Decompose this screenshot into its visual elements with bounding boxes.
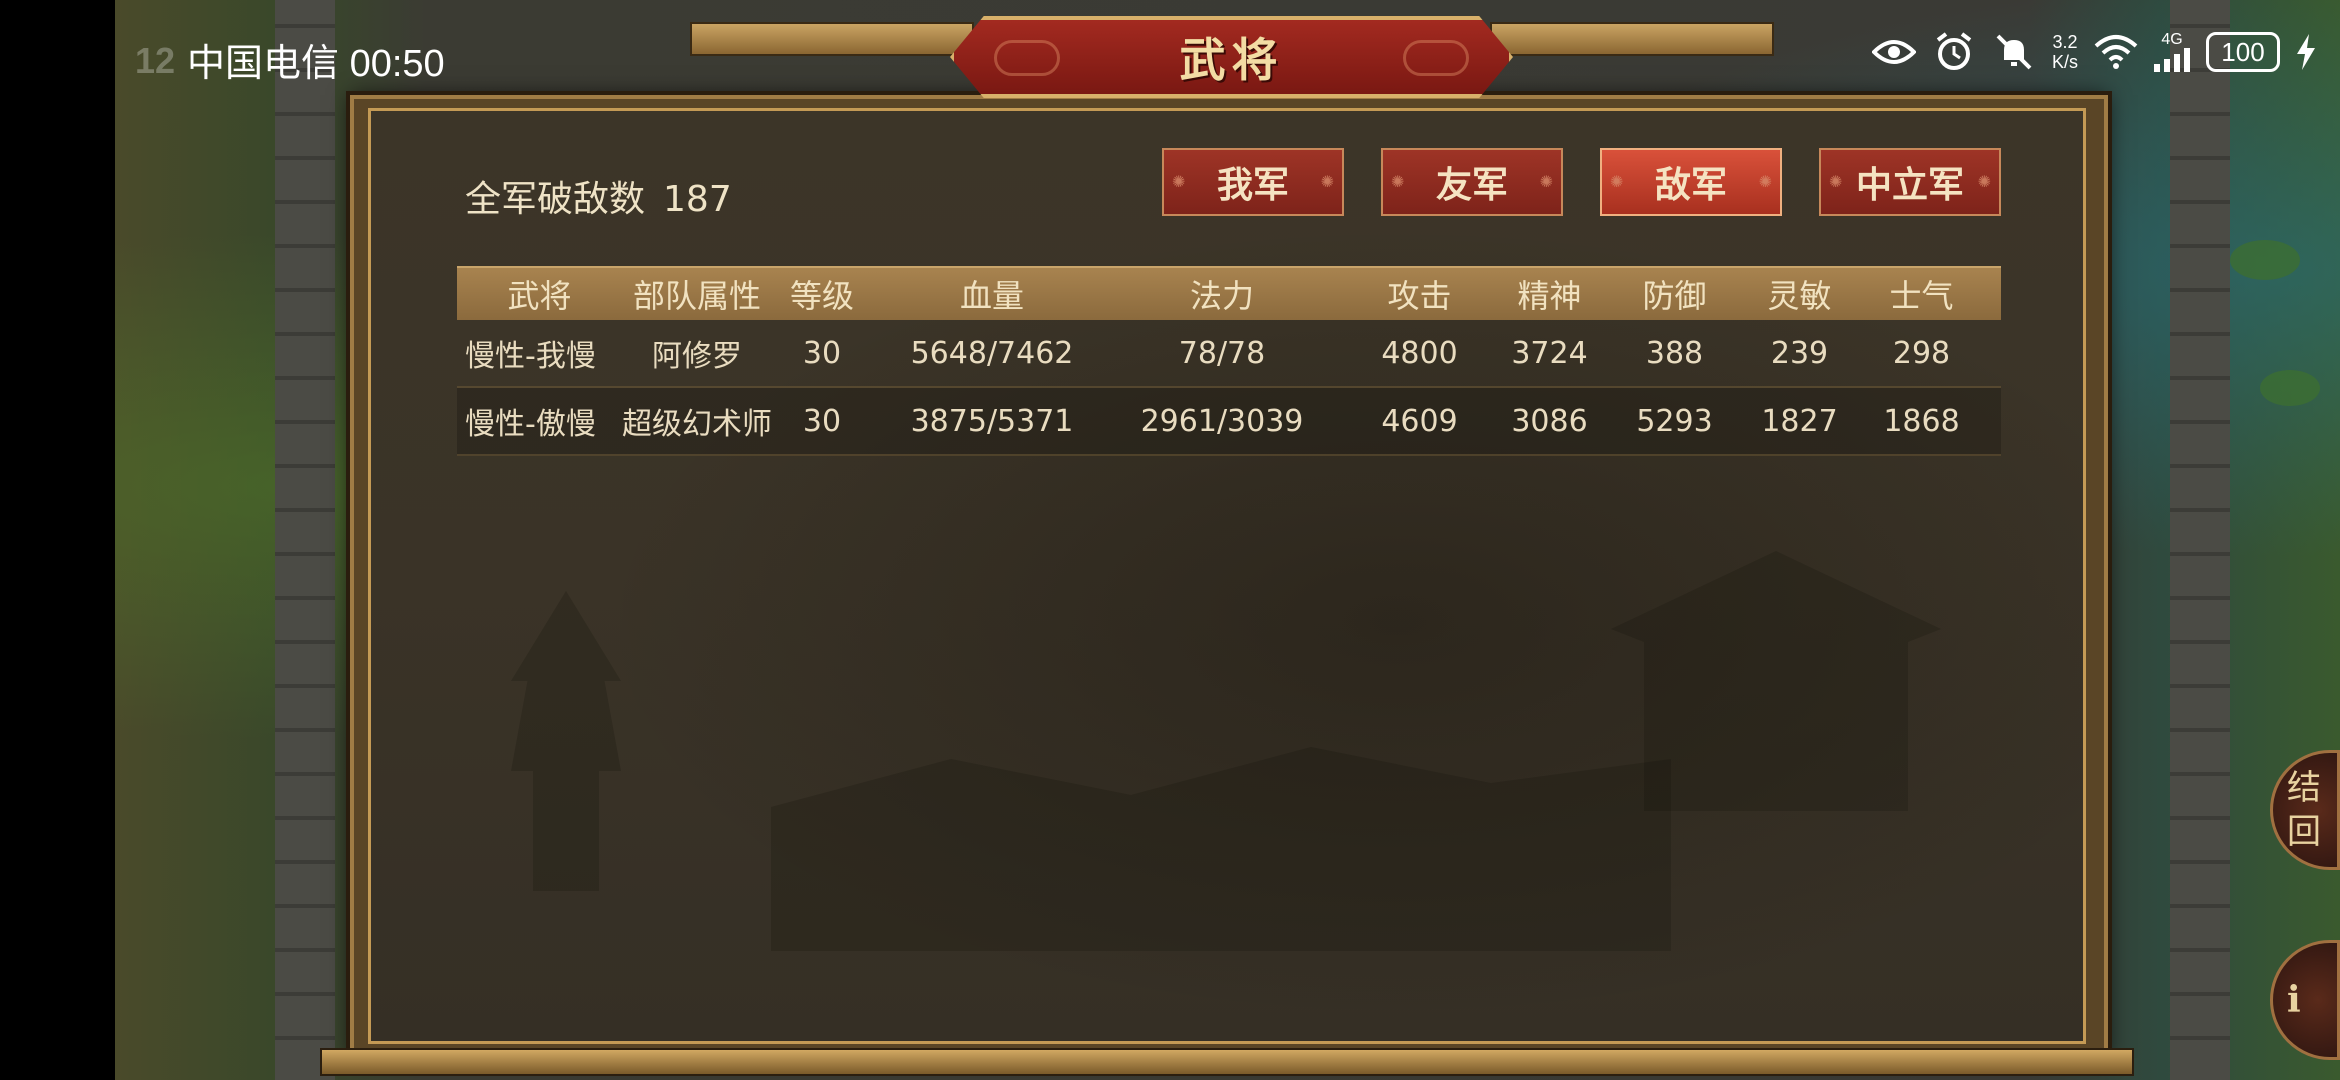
table-row[interactable]: 慢性-我慢 阿修罗 30 5648/7462 78/78 4800 3724 3… — [457, 320, 2001, 388]
kill-count-value: 187 — [663, 179, 732, 220]
wifi-icon — [2094, 30, 2138, 74]
column-header-level: 等级 — [789, 277, 854, 315]
status-icons: 3.2 K/s 4G 100 — [1871, 30, 2316, 74]
network-type: 4G — [2161, 31, 2183, 48]
lily-pad — [2230, 240, 2300, 280]
kill-count-label: 全军破敌数 — [465, 179, 646, 220]
column-header-mp: 法力 — [1189, 277, 1254, 315]
city-silhouette — [771, 747, 1671, 951]
cell-hp: 5648/7462 — [910, 335, 1074, 371]
cell-defense: 5293 — [1636, 403, 1713, 439]
lily-pad — [2260, 370, 2320, 406]
tab-our-army[interactable]: 我军 — [1162, 148, 1344, 216]
cell-attack: 4609 — [1381, 403, 1458, 439]
column-header-spirit: 精神 — [1517, 277, 1582, 315]
city-wall-left — [275, 0, 335, 1080]
mute-bell-icon — [1992, 30, 2036, 74]
tab-enemy-army[interactable]: 敌军 — [1600, 148, 1782, 216]
info-icon: i — [2287, 979, 2301, 1021]
cell-hp: 3875/5371 — [910, 403, 1074, 439]
cell-level: 30 — [802, 403, 842, 439]
cell-general: 慢性-傲慢 — [465, 407, 596, 442]
table-header: 武将 部队属性 等级 血量 法力 攻击 精神 防御 灵敏 士气 — [457, 266, 2001, 320]
carrier-time: 中国电信 00:50 — [187, 32, 445, 87]
city-wall-right — [2170, 0, 2230, 1080]
cell-morale: 1868 — [1883, 403, 1960, 439]
cell-mp: 78/78 — [1178, 335, 1266, 371]
column-header-general: 武将 — [507, 277, 572, 315]
generals-table: 武将 部队属性 等级 血量 法力 攻击 精神 防御 灵敏 士气 慢性-我慢 阿修… — [457, 266, 2001, 456]
kill-count-summary: 全军破敌数 187 — [465, 170, 732, 222]
cell-attack: 4800 — [1381, 335, 1458, 371]
clock: 00:50 — [349, 43, 445, 85]
column-header-hp: 血量 — [959, 277, 1024, 315]
cell-agility: 1827 — [1761, 403, 1838, 439]
cell-defense: 388 — [1645, 335, 1704, 371]
signal-icon: 4G — [2154, 30, 2190, 74]
cell-agility: 239 — [1770, 335, 1829, 371]
table-row[interactable]: 慢性-傲慢 超级幻术师 30 3875/5371 2961/3039 4609 … — [457, 388, 2001, 456]
cell-level: 30 — [802, 335, 842, 371]
column-header-attack: 攻击 — [1387, 277, 1452, 315]
status-bar: 中国电信 00:50 3.2 K/s 4G 100 — [115, 0, 2340, 110]
cell-mp: 2961/3039 — [1140, 403, 1304, 439]
tab-neutral-army[interactable]: 中立军 — [1819, 148, 2001, 216]
column-header-morale: 士气 — [1889, 277, 1954, 315]
cell-troop-type: 超级幻术师 — [622, 407, 772, 442]
cell-spirit: 3086 — [1511, 403, 1588, 439]
eye-icon — [1871, 30, 1916, 74]
network-speed: 3.2 K/s — [2051, 32, 2078, 72]
column-header-troop-type: 部队属性 — [632, 277, 761, 315]
faction-tabs: 我军 友军 敌军 中立军 — [1162, 148, 2001, 216]
cell-troop-type: 阿修罗 — [652, 339, 742, 374]
side-button-result-label: 结 回 — [2287, 768, 2321, 852]
cell-spirit: 3724 — [1511, 335, 1588, 371]
cell-general: 慢性-我慢 — [465, 339, 596, 374]
pagoda-silhouette — [511, 591, 621, 891]
tab-allied-army[interactable]: 友军 — [1381, 148, 1563, 216]
battery-indicator: 100 — [2206, 32, 2280, 72]
general-panel — [368, 108, 2086, 1044]
column-header-defense: 防御 — [1642, 277, 1707, 315]
column-header-agility: 灵敏 — [1767, 277, 1832, 315]
alarm-icon — [1932, 30, 1976, 74]
carrier-name: 中国电信 — [187, 43, 340, 85]
panel-bottom-frame — [320, 1048, 2134, 1076]
charging-icon — [2296, 30, 2316, 74]
cell-morale: 298 — [1892, 335, 1951, 371]
